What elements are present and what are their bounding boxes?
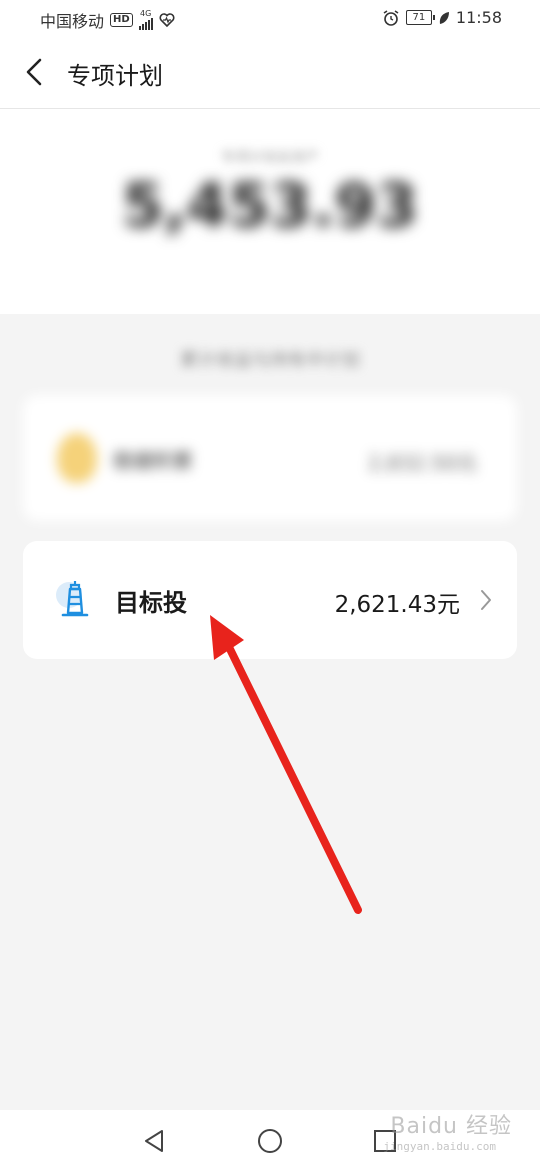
section-hint: 累计收益与持有中计划 (180, 350, 360, 371)
heart-health-icon (159, 13, 175, 28)
plan-name: 目标投 (115, 589, 187, 617)
total-assets-panel: 专项计划总资产 5,453.93 (0, 109, 540, 314)
watermark-logo: Baidu 经验 (390, 1114, 512, 1139)
plan-card-target-invest[interactable]: 目标投 2,621.43元 (23, 541, 517, 659)
chevron-left-icon (26, 58, 42, 86)
plan-card-blurred[interactable]: 稳健积累 2,832.50元 (23, 395, 517, 521)
watermark-url: jingyan.baidu.com (383, 1140, 496, 1153)
network-type-label: 4G (140, 9, 152, 18)
total-assets-caption: 专项计划总资产 (221, 150, 319, 166)
hd-badge: HD (110, 13, 133, 27)
battery-icon: 71 (405, 10, 435, 25)
clock-label: 11:58 (455, 8, 502, 27)
page-title: 专项计划 (67, 62, 163, 90)
status-left: 中国移动 HD 4G (40, 8, 175, 32)
bulb-icon (57, 433, 97, 483)
plan-amount: 2,621.43元 (334, 592, 460, 618)
nav-back-icon[interactable] (140, 1126, 170, 1156)
total-assets-amount: 5,453.93 (121, 171, 419, 241)
alarm-icon (383, 9, 399, 26)
nav-home-icon[interactable] (255, 1126, 285, 1156)
status-bar: 中国移动 HD 4G 71 11:58 (0, 0, 540, 38)
chevron-right-icon (481, 590, 491, 610)
leaf-icon (439, 11, 449, 24)
status-right: 71 11:58 (382, 8, 502, 27)
carrier-label: 中国移动 (40, 12, 105, 31)
app-header: 专项计划 (0, 38, 540, 109)
back-button[interactable] (18, 54, 54, 90)
plan-amount: 2,832.50元 (367, 451, 477, 475)
signal-icon: 4G (138, 9, 153, 30)
battery-level: 71 (412, 12, 426, 23)
plan-name: 稳健积累 (113, 449, 193, 473)
lighthouse-icon (56, 581, 89, 617)
